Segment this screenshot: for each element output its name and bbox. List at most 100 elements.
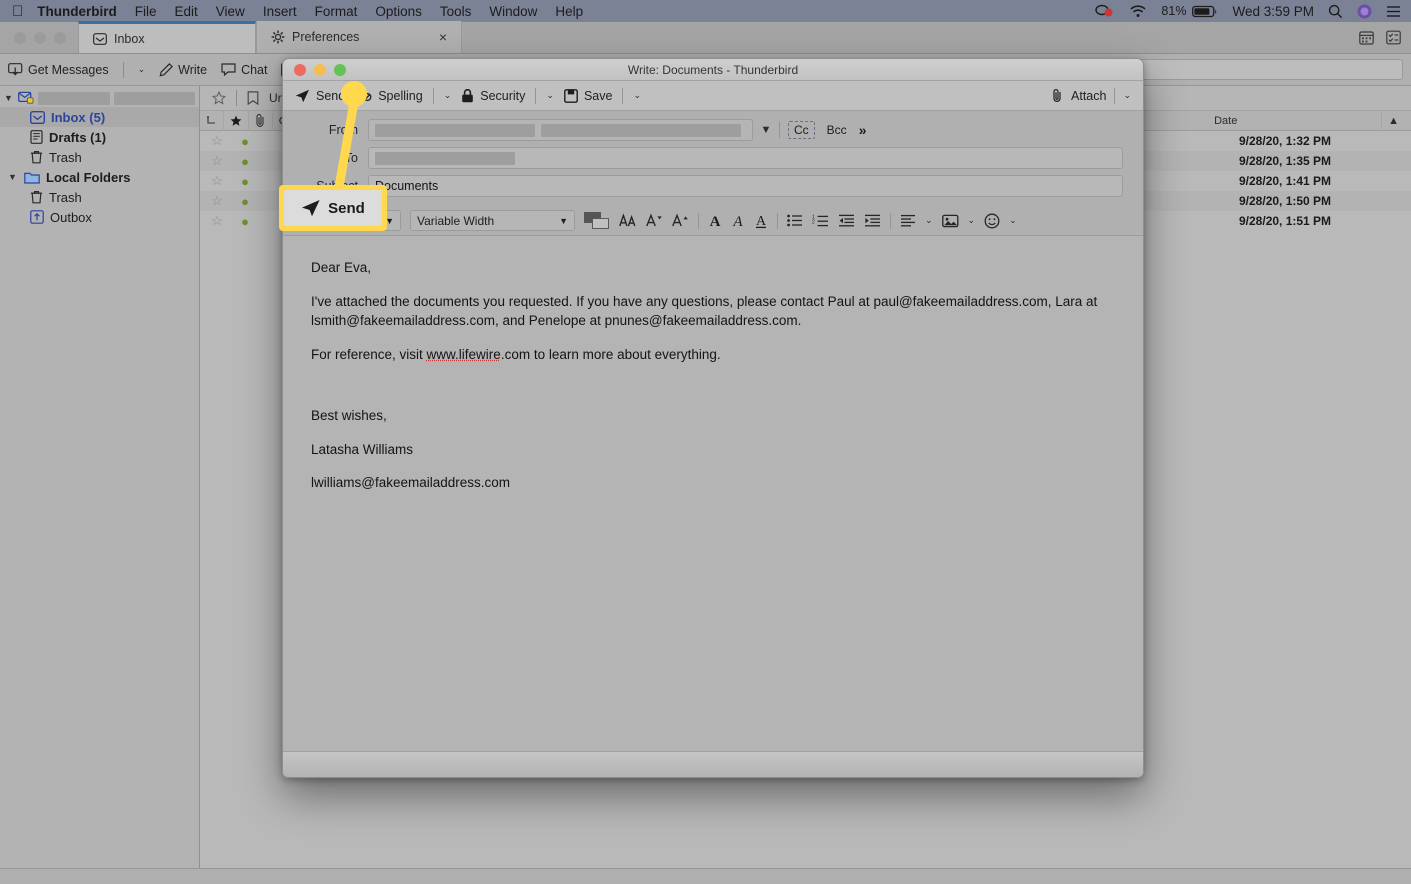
more-recipients-icon[interactable]: » (859, 122, 867, 138)
image-dropdown-icon[interactable]: ⌄ (968, 215, 976, 226)
row-status-dot: ● (234, 194, 256, 209)
body-signature-email: lwilliams@fakeemailaddress.com (311, 473, 1115, 493)
menubar-clock[interactable]: Wed 3:59 PM (1232, 4, 1314, 19)
tab-preferences[interactable]: Preferences × (256, 21, 462, 53)
gear-icon (271, 30, 285, 44)
menubar-app-name[interactable]: Thunderbird (37, 4, 117, 19)
row-star-icon[interactable]: ☆ (200, 133, 234, 149)
menu-window[interactable]: Window (489, 4, 537, 19)
wifi-icon[interactable] (1129, 4, 1147, 18)
chevron-down-icon[interactable]: ▼ (4, 93, 14, 103)
sort-indicator-icon[interactable]: ▲ (1382, 111, 1411, 131)
compose-title-bar[interactable]: Write: Documents - Thunderbird (283, 59, 1143, 81)
font-family-select[interactable]: Variable Width ▼ (410, 210, 575, 231)
increase-font-icon[interactable] (672, 213, 689, 228)
attach-dropdown-icon[interactable]: ⌄ (1123, 90, 1131, 101)
sidebar-item-trash[interactable]: Trash (0, 147, 199, 167)
close-icon[interactable]: × (439, 29, 447, 45)
row-star-icon[interactable]: ☆ (200, 193, 234, 209)
battery-indicator[interactable]: 81% (1161, 4, 1218, 18)
mask-record-icon[interactable] (1095, 4, 1115, 18)
sidebar-item-local-folders[interactable]: ▼ Local Folders (0, 167, 199, 187)
align-icon[interactable] (900, 214, 916, 227)
text-color-swatch[interactable] (584, 212, 610, 230)
menu-view[interactable]: View (216, 4, 245, 19)
bcc-button[interactable]: Bcc (827, 123, 847, 137)
bold-icon[interactable]: A (708, 213, 722, 229)
callout-box: Send (279, 185, 387, 231)
apple-logo-icon[interactable]:  (12, 4, 23, 19)
chat-button[interactable]: Chat (221, 63, 267, 77)
security-dropdown-icon[interactable]: ⌄ (546, 90, 554, 101)
spotlight-search-icon[interactable] (1328, 4, 1343, 19)
tab-inbox[interactable]: Inbox (78, 21, 256, 53)
row-star-icon[interactable]: ☆ (200, 153, 234, 169)
numbered-list-icon[interactable]: 12 (812, 214, 829, 227)
menu-insert[interactable]: Insert (263, 4, 297, 19)
account-mail-icon (18, 91, 34, 105)
emoji-icon[interactable] (984, 213, 1000, 229)
unread-filter-icon[interactable] (247, 91, 259, 105)
control-center-icon[interactable] (1386, 5, 1401, 18)
row-star-icon[interactable]: ☆ (200, 213, 234, 229)
pencil-icon (159, 63, 173, 77)
from-field[interactable] (368, 119, 753, 141)
security-button[interactable]: Security (461, 89, 525, 103)
siri-icon[interactable] (1357, 4, 1372, 19)
italic-icon[interactable]: A (731, 213, 745, 229)
outdent-icon[interactable] (838, 214, 855, 227)
tasks-icon[interactable] (1386, 30, 1401, 45)
spelling-dropdown-icon[interactable]: ⌄ (444, 90, 452, 101)
sidebar-item-trash-label: Trash (49, 150, 82, 165)
chevron-down-icon[interactable]: ▼ (8, 172, 18, 182)
misspelled-word: www.lifewire (427, 347, 501, 362)
star-filter-icon[interactable] (212, 91, 226, 105)
date-column-header[interactable]: Date (1202, 111, 1382, 131)
sidebar-item-drafts[interactable]: Drafts (1) (0, 127, 199, 147)
save-dropdown-icon[interactable]: ⌄ (633, 90, 641, 101)
get-messages-button[interactable]: Get Messages (8, 63, 109, 77)
decrease-font-icon[interactable] (646, 213, 663, 228)
insert-image-icon[interactable] (942, 214, 959, 228)
align-dropdown-icon[interactable]: ⌄ (925, 215, 933, 226)
sidebar-item-outbox[interactable]: Outbox (0, 207, 199, 227)
star-column-icon[interactable] (224, 111, 249, 131)
zoom-window-button[interactable] (54, 32, 66, 44)
underline-icon[interactable]: A (754, 213, 768, 229)
menu-format[interactable]: Format (315, 4, 358, 19)
bullet-list-icon[interactable] (787, 214, 803, 227)
calendar-icon[interactable] (1359, 30, 1374, 45)
attachment-column-icon[interactable] (249, 111, 273, 131)
save-button[interactable]: Save (564, 89, 613, 103)
attach-label[interactable]: Attach (1071, 89, 1106, 103)
font-size-icon[interactable] (619, 213, 637, 228)
subject-field[interactable]: Documents (368, 175, 1123, 197)
tab-bar: Inbox Preferences × (0, 22, 1411, 54)
account-row[interactable]: ▼ (0, 89, 199, 107)
indent-icon[interactable] (864, 214, 881, 227)
send-button[interactable]: Send (295, 89, 345, 103)
message-body-editor[interactable]: Dear Eva, I've attached the documents yo… (283, 236, 1143, 778)
row-date: 9/28/20, 1:35 PM (1231, 154, 1411, 168)
sidebar-item-local-trash[interactable]: Trash (0, 187, 199, 207)
sidebar-item-inbox[interactable]: Inbox (5) (0, 107, 199, 127)
main-window-traffic-lights (0, 32, 78, 53)
to-field[interactable] (368, 147, 1123, 169)
menu-help[interactable]: Help (555, 4, 583, 19)
from-dropdown-icon[interactable]: ▼ (753, 124, 779, 136)
minimize-window-button[interactable] (34, 32, 46, 44)
svg-text:A: A (710, 214, 721, 229)
thread-column-icon[interactable] (200, 111, 224, 131)
menu-options[interactable]: Options (375, 4, 422, 19)
close-window-button[interactable] (14, 32, 26, 44)
menu-tools[interactable]: Tools (440, 4, 472, 19)
write-button[interactable]: Write (159, 63, 207, 77)
menu-file[interactable]: File (135, 4, 157, 19)
compose-status-bar (283, 751, 1143, 777)
emoji-dropdown-icon[interactable]: ⌄ (1009, 215, 1017, 226)
cc-button[interactable]: Cc (788, 121, 815, 139)
get-messages-dropdown-icon[interactable]: ⌄ (138, 64, 146, 75)
row-star-icon[interactable]: ☆ (200, 173, 234, 189)
menu-edit[interactable]: Edit (175, 4, 198, 19)
chevron-down-icon: ▼ (559, 216, 568, 226)
